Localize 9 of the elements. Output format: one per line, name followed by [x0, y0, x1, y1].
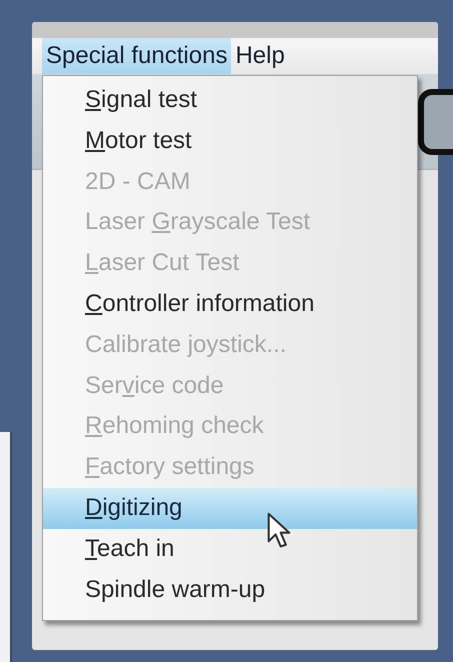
menu-item[interactable]: Controller information	[43, 284, 417, 325]
menu-bar-item[interactable]: Help	[231, 38, 289, 74]
menu-bar-item[interactable]: Special functions	[42, 38, 232, 74]
menu-item[interactable]: Signal test	[43, 80, 417, 121]
menu-item[interactable]: Teach in	[43, 528, 417, 570]
menu-item[interactable]: Spindle warm-up	[43, 570, 417, 610]
cursor-icon	[267, 512, 291, 550]
menu-item[interactable]: Digitizing	[43, 488, 417, 529]
menu-item[interactable]: Motor test	[43, 120, 417, 162]
